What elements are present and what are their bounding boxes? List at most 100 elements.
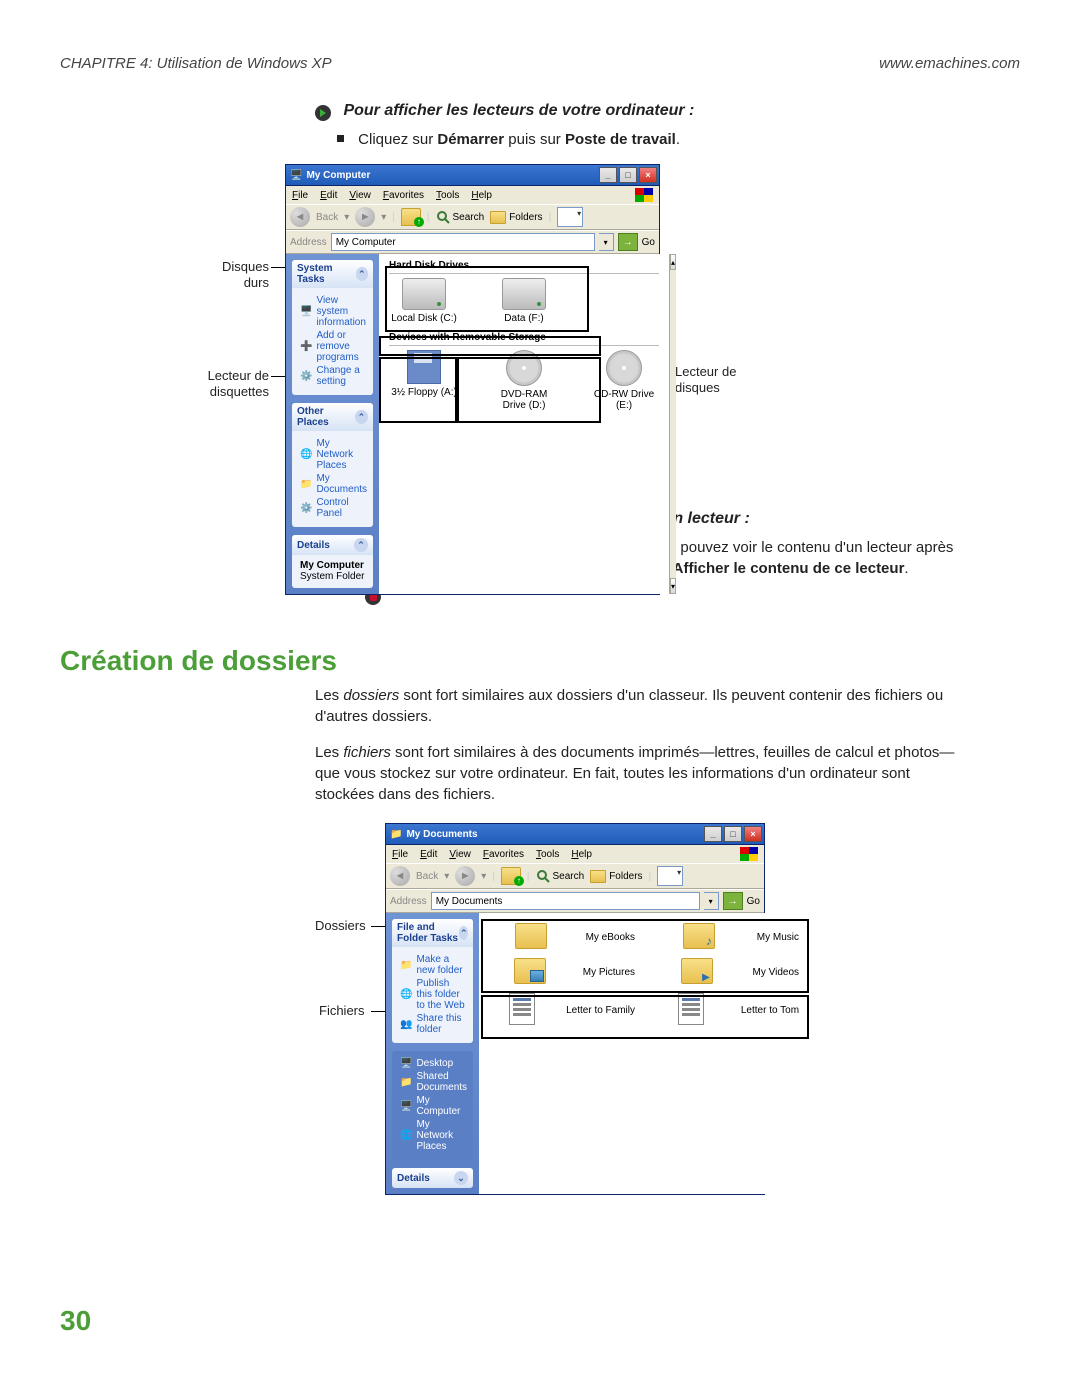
panel-title: File and Folder Tasks [397, 922, 459, 944]
drive-local-c[interactable]: Local Disk (C:) [389, 278, 459, 324]
scroll-down-button[interactable]: ▾ [670, 578, 676, 594]
collapse-icon[interactable]: ⌃ [459, 926, 468, 940]
windows-flag-icon [635, 188, 653, 202]
go-button[interactable]: → [618, 233, 638, 251]
panel-title: Other Places [297, 406, 355, 428]
folder-my-ebooks[interactable]: My eBooks [485, 923, 635, 952]
go-button[interactable]: → [723, 892, 743, 910]
page-header: CHAPITRE 4: Utilisation de Windows XP ww… [60, 55, 1020, 72]
task-link[interactable]: ➕ Add or remove programs [300, 330, 367, 363]
minimize-button[interactable]: _ [599, 167, 617, 183]
drive-label: 3½ Floppy (A:) [389, 387, 459, 398]
section-heading-creation: Création de dossiers [60, 645, 1020, 677]
task-link[interactable]: 🌐 Publish this folder to the Web [400, 978, 467, 1011]
collapse-icon[interactable]: ⌃ [356, 267, 368, 281]
drive-label: DVD-RAM Drive (D:) [489, 389, 559, 411]
drive-data-f[interactable]: Data (F:) [489, 278, 559, 324]
window-title: My Documents [406, 829, 477, 840]
place-link[interactable]: 🌐 My Network Places [300, 438, 367, 471]
address-dropdown[interactable]: ▾ [599, 233, 614, 251]
menu-tools[interactable]: Tools [536, 849, 559, 860]
folder-my-pictures[interactable]: My Pictures [485, 958, 635, 987]
details-panel: Details⌃ My Computer System Folder [292, 535, 373, 588]
address-dropdown[interactable]: ▾ [704, 892, 719, 910]
group-header-removable: Devices with Removable Storage [389, 332, 659, 346]
back-button[interactable]: ◄ [390, 866, 410, 886]
titlebar[interactable]: 🖥️ My Computer _ □ × [286, 165, 659, 186]
source-url: www.emachines.com [879, 55, 1020, 72]
address-bar: Address ▾ → Go [286, 230, 659, 254]
folder-my-music[interactable]: My Music [649, 923, 799, 952]
drive-dvd-d[interactable]: DVD-RAM Drive (D:) [489, 350, 559, 411]
menu-edit[interactable]: Edit [420, 849, 437, 860]
forward-button[interactable]: ► [455, 866, 475, 886]
page-number: 30 [60, 1305, 91, 1337]
scroll-up-button[interactable]: ▴ [670, 254, 676, 270]
menu-file[interactable]: File [292, 190, 308, 201]
callout-hdd: Disques durs [213, 259, 269, 290]
task-link[interactable]: ⚙️ Change a setting [300, 365, 367, 387]
menu-edit[interactable]: Edit [320, 190, 337, 201]
scrollbar[interactable]: ▴ ▾ [669, 254, 676, 594]
drive-floppy-a[interactable]: 3½ Floppy (A:) [389, 350, 459, 411]
close-button[interactable]: × [639, 167, 657, 183]
maximize-button[interactable]: □ [724, 826, 742, 842]
details-name: My Computer [300, 560, 364, 571]
toolbar: ◄ Back ▾ ► ▾ | | Search Folders [286, 204, 659, 230]
instruction-title-1: Pour afficher les lecteurs de votre ordi… [315, 102, 970, 121]
close-button[interactable]: × [744, 826, 762, 842]
menu-favorites[interactable]: Favorites [483, 849, 524, 860]
group-header-hdd: Hard Disk Drives [389, 260, 659, 274]
up-button[interactable] [501, 867, 521, 885]
file-letter-family[interactable]: Letter to Family [485, 993, 635, 1028]
search-button[interactable]: Search [436, 210, 485, 224]
task-link[interactable]: 🖥️ View system information [300, 295, 367, 328]
menu-help[interactable]: Help [571, 849, 592, 860]
content-area: Hard Disk Drives Local Disk (C:) Data (F… [379, 254, 669, 594]
collapse-icon[interactable]: ⌃ [354, 538, 368, 552]
menu-file[interactable]: File [392, 849, 408, 860]
folder-icon: 📁 [390, 829, 402, 840]
panel-title: System Tasks [297, 263, 356, 285]
maximize-button[interactable]: □ [619, 167, 637, 183]
other-places-panel: Other Places⌃ 🌐 My Network Places 📁 My D… [292, 403, 373, 527]
system-tasks-panel: System Tasks⌃ 🖥️ View system information… [292, 260, 373, 395]
collapse-icon[interactable]: ⌃ [355, 410, 368, 424]
place-link[interactable]: 📁 My Documents [300, 473, 367, 495]
folders-button[interactable]: Folders [590, 870, 642, 883]
menu-help[interactable]: Help [471, 190, 492, 201]
window-title: My Computer [306, 170, 370, 181]
titlebar[interactable]: 📁 My Documents _ □ × [386, 824, 764, 845]
back-button[interactable]: ◄ [290, 207, 310, 227]
instruction-step-1: Cliquez sur Démarrer puis sur Poste de t… [315, 129, 970, 150]
menu-tools[interactable]: Tools [436, 190, 459, 201]
forward-button[interactable]: ► [355, 207, 375, 227]
place-link[interactable]: 🌐 My Network Places [400, 1119, 467, 1152]
address-input[interactable] [331, 233, 595, 251]
views-button[interactable] [557, 207, 583, 227]
drive-cdrw-e[interactable]: CD-RW Drive (E:) [589, 350, 659, 411]
document-page: CHAPITRE 4: Utilisation de Windows XP ww… [0, 0, 1080, 1397]
callout-floppy: Lecteur de disquettes [203, 368, 269, 399]
folder-my-videos[interactable]: My Videos [649, 958, 799, 987]
menu-view[interactable]: View [449, 849, 471, 860]
my-computer-window: 🖥️ My Computer _ □ × File Edit View Favo… [285, 164, 660, 595]
up-button[interactable] [401, 208, 421, 226]
expand-icon[interactable]: ⌄ [454, 1171, 468, 1185]
drive-label: Local Disk (C:) [389, 313, 459, 324]
minimize-button[interactable]: _ [704, 826, 722, 842]
place-link[interactable]: ⚙️ Control Panel [300, 497, 367, 519]
task-link[interactable]: 📁 Make a new folder [400, 954, 467, 976]
file-letter-tom[interactable]: Letter to Tom [649, 993, 799, 1028]
task-link[interactable]: 👥 Share this folder [400, 1013, 467, 1035]
place-link[interactable]: 🖥️ My Computer [400, 1095, 467, 1117]
menu-favorites[interactable]: Favorites [383, 190, 424, 201]
address-input[interactable] [431, 892, 700, 910]
folders-button[interactable]: Folders [490, 211, 542, 224]
bullet-icon [337, 135, 344, 142]
search-button[interactable]: Search [536, 869, 585, 883]
place-link[interactable]: 🖥️ Desktop [400, 1058, 467, 1069]
menu-view[interactable]: View [349, 190, 371, 201]
place-link[interactable]: 📁 Shared Documents [400, 1071, 467, 1093]
views-button[interactable] [657, 866, 683, 886]
